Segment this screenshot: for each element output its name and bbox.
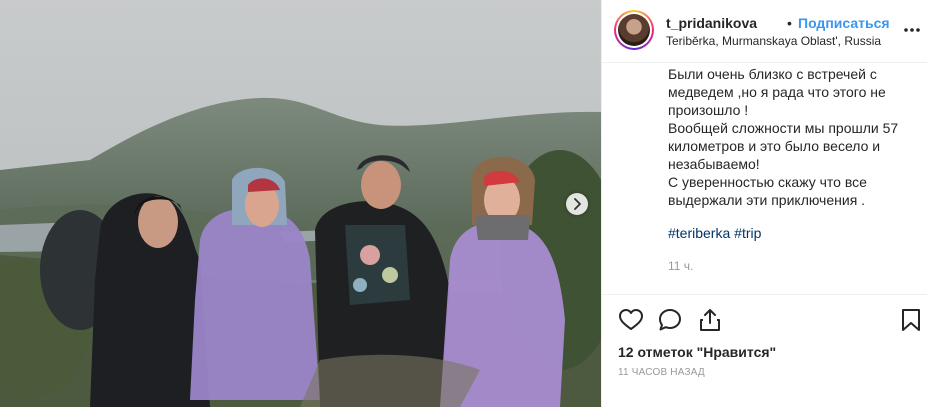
post-actions: 12 отметок "Нравится" 11 часов назад <box>602 294 927 408</box>
follow-button[interactable]: Подписаться <box>798 15 890 31</box>
bookmark-icon[interactable] <box>898 307 924 333</box>
separator-dot: • <box>787 15 792 31</box>
comment-icon[interactable] <box>657 307 683 333</box>
post-header: t_pridanikova • Подписаться Teriběrka, M… <box>602 0 927 63</box>
photo-illustration <box>0 0 601 407</box>
username-link[interactable]: t_pridanikova <box>666 15 757 31</box>
next-photo-button[interactable] <box>566 193 588 215</box>
post-timestamp[interactable]: 11 часов назад <box>618 367 705 378</box>
location-link[interactable]: Teriběrka, Murmanskaya Oblast', Russia <box>666 34 881 48</box>
share-icon[interactable] <box>697 307 723 333</box>
avatar-story-ring[interactable] <box>614 10 654 50</box>
hashtag-link[interactable]: #teriberka <box>668 225 730 241</box>
avatar-frame <box>616 12 652 48</box>
hashtag-list: #teriberka #trip <box>668 225 761 241</box>
post-side-panel: t_pridanikova • Подписаться Teriběrka, M… <box>601 0 927 407</box>
likes-count[interactable]: 12 отметок "Нравится" <box>618 344 776 360</box>
caption-text: Были очень близко с встречей с медведем … <box>668 66 899 208</box>
post-photo[interactable] <box>0 0 601 407</box>
heart-icon[interactable] <box>618 307 644 333</box>
more-horizontal-icon[interactable] <box>902 22 922 38</box>
caption-area: Были очень близко с встречей с медведем … <box>602 63 927 293</box>
avatar[interactable] <box>618 14 650 46</box>
chevron-right-icon <box>574 198 581 210</box>
caption-timestamp[interactable]: 11 ч. <box>668 259 693 273</box>
hashtag-link[interactable]: #trip <box>734 225 761 241</box>
